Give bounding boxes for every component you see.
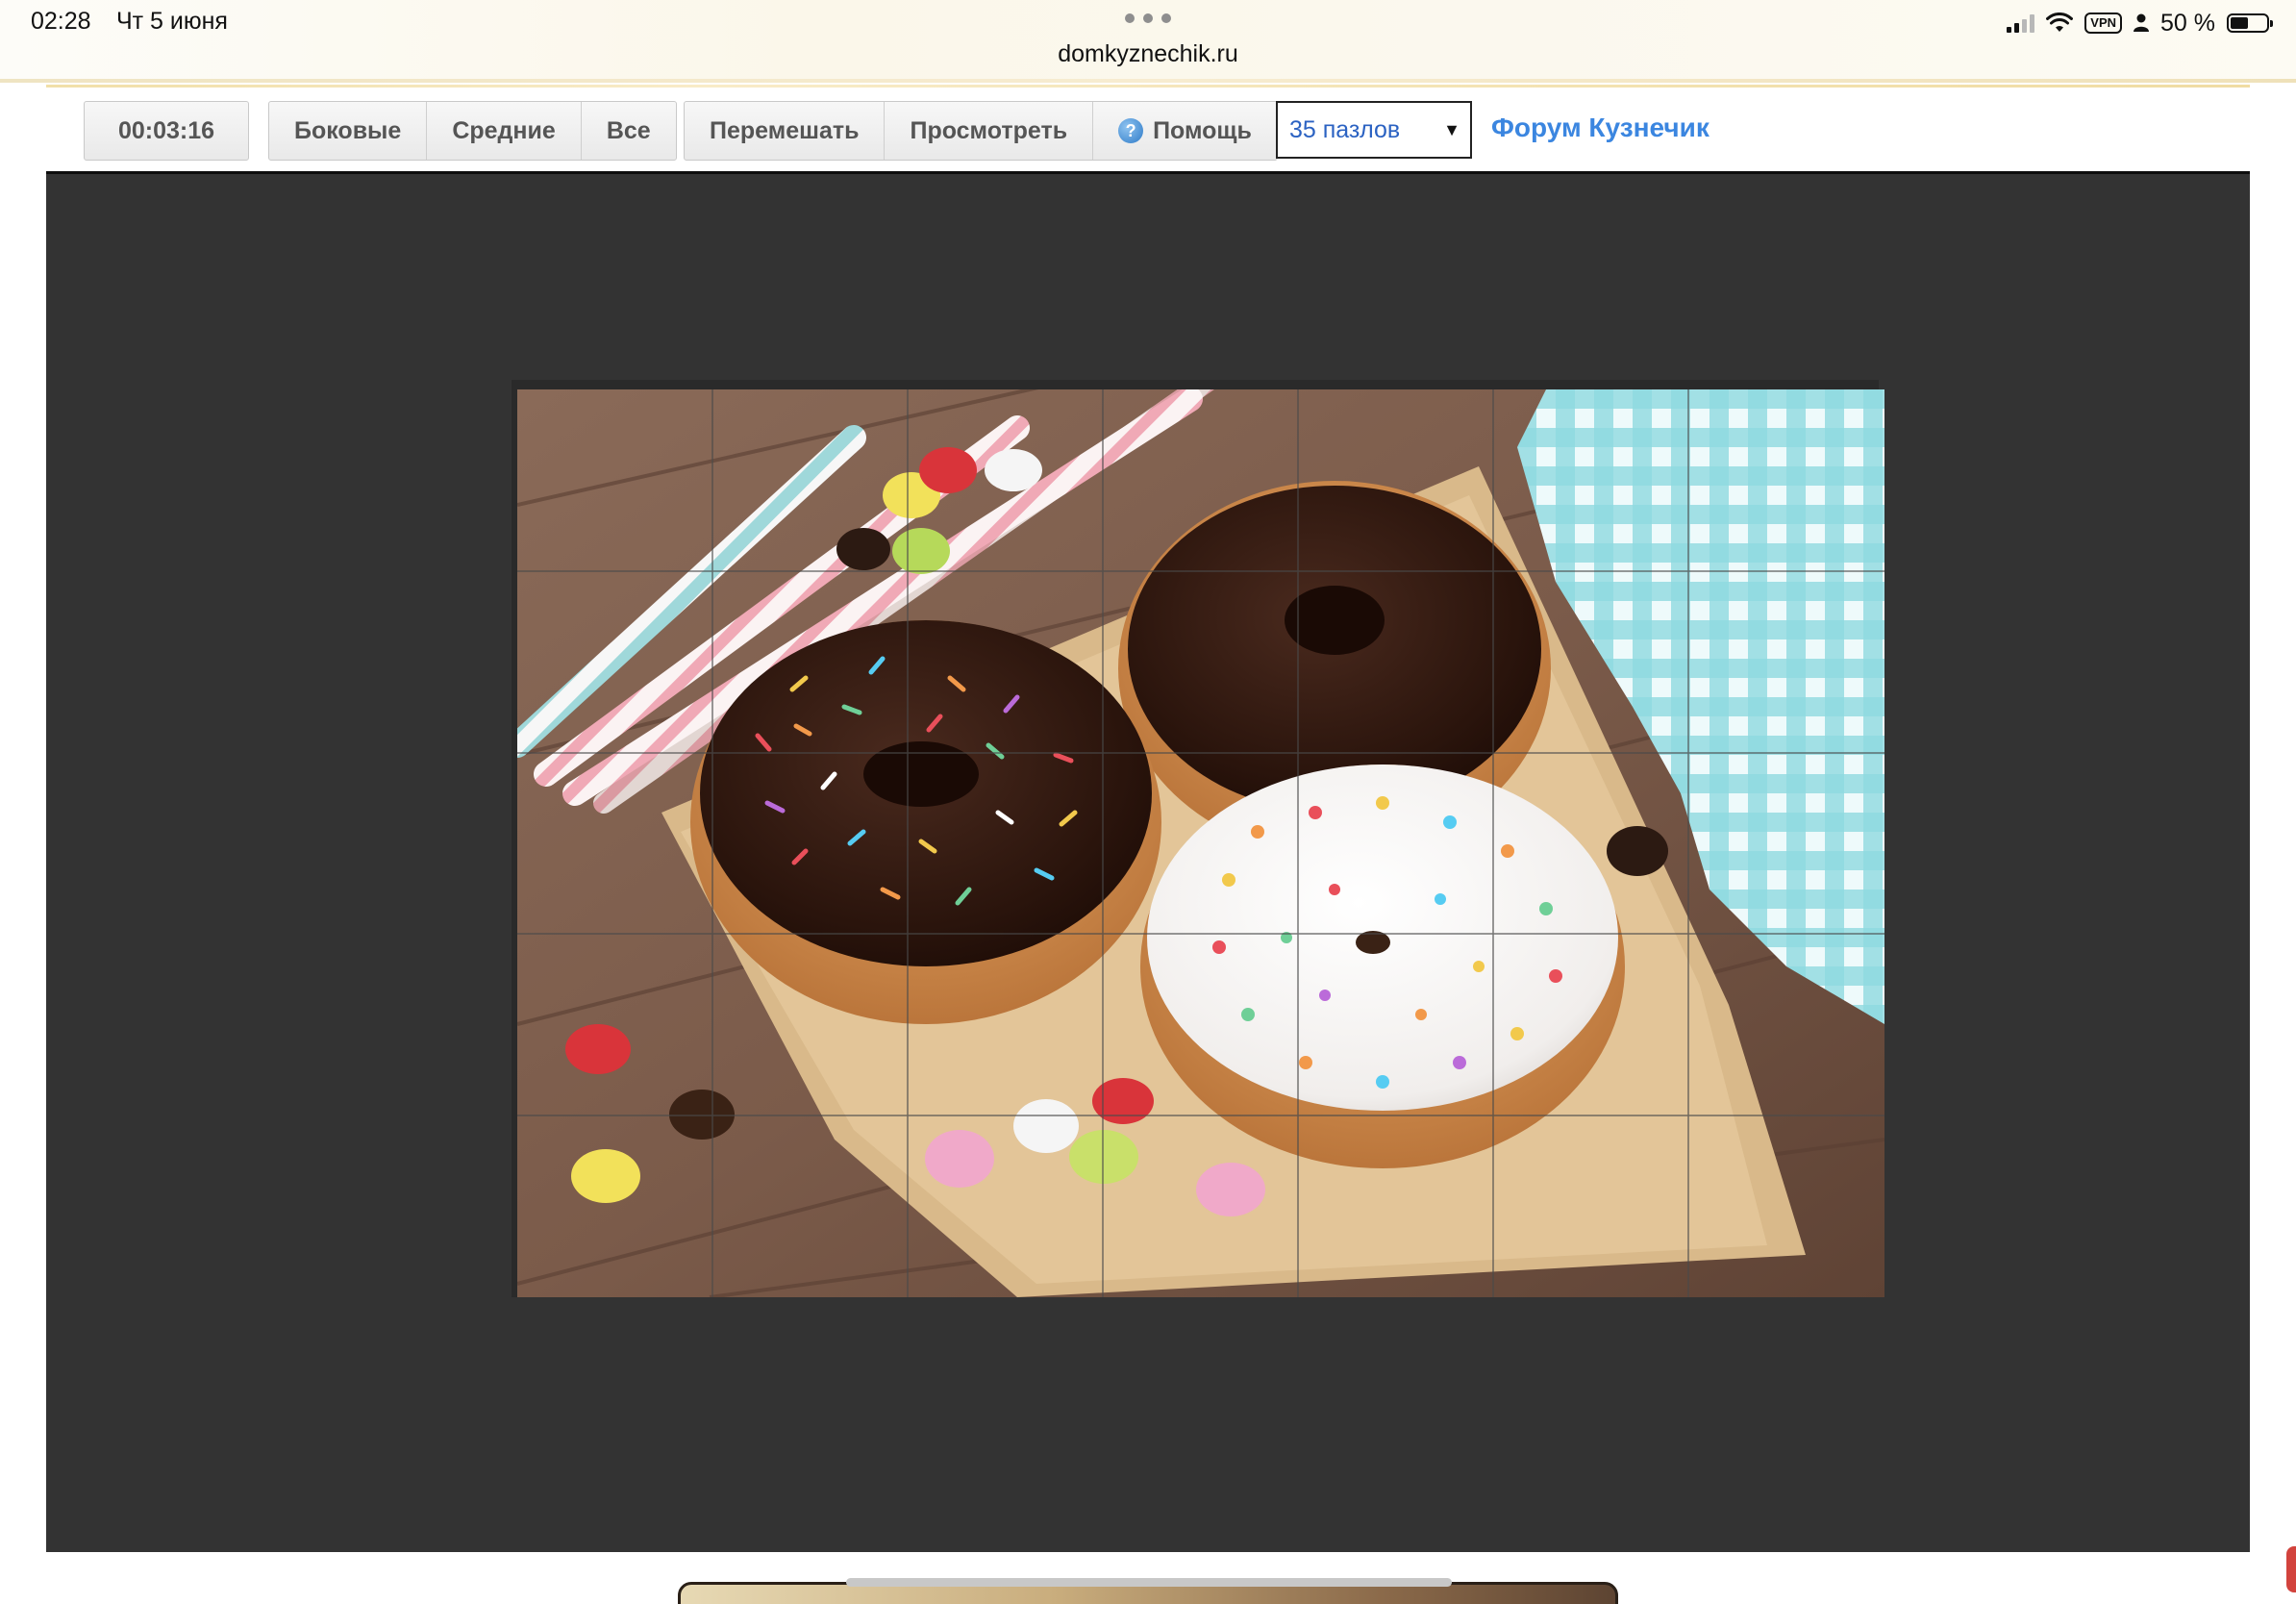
- puzzle-image[interactable]: [517, 389, 1884, 1297]
- action-button-group: Перемешать Просмотреть ? Помощь: [684, 101, 1278, 161]
- filter-all-button[interactable]: Все: [582, 102, 676, 160]
- date: Чт 5 июня: [116, 8, 228, 35]
- clock: 02:28: [31, 8, 91, 35]
- dropdown-arrow-icon: ▼: [1443, 120, 1460, 139]
- person-icon: [2134, 13, 2150, 32]
- help-icon: ?: [1118, 118, 1144, 143]
- pieces-count-select[interactable]: 35 пазлов ▼: [1276, 101, 1472, 159]
- edge-tab[interactable]: [2286, 1546, 2296, 1592]
- help-button[interactable]: ? Помощь: [1093, 102, 1277, 160]
- header-decoration-line: [46, 85, 2250, 88]
- pieces-count-value: 35 пазлов: [1289, 115, 1401, 143]
- screen: 02:28 Чт 5 июня domkyznechik.ru VPN 50 %: [0, 0, 2296, 1604]
- filter-middle-button[interactable]: Средние: [427, 102, 582, 160]
- timer: 00:03:16: [117, 116, 215, 144]
- timer-box: 00:03:16: [84, 101, 249, 161]
- puzzle-board[interactable]: [512, 380, 1884, 1297]
- filter-edges-button[interactable]: Боковые: [269, 102, 428, 160]
- status-bar: 02:28 Чт 5 июня domkyznechik.ru VPN 50 %: [0, 0, 2296, 83]
- address-bar-url[interactable]: domkyznechik.ru: [0, 40, 2296, 68]
- status-icons: VPN 50 %: [2007, 8, 2273, 38]
- filter-button-group: Боковые Средние Все: [268, 101, 677, 161]
- vpn-badge: VPN: [2084, 13, 2123, 34]
- preview-button[interactable]: Просмотреть: [885, 102, 1094, 160]
- wifi-icon: [2046, 13, 2074, 32]
- scroll-indicator[interactable]: [846, 1578, 1452, 1587]
- battery-percent: 50 %: [2160, 9, 2215, 37]
- help-label: Помощь: [1153, 116, 1252, 144]
- forum-link[interactable]: Форум Кузнечик: [1491, 113, 1710, 143]
- cellular-signal-icon: [2007, 13, 2035, 33]
- more-dots-icon[interactable]: [1125, 13, 1171, 25]
- shuffle-button[interactable]: Перемешать: [685, 102, 886, 160]
- puzzle-stage[interactable]: [46, 171, 2250, 1552]
- battery-icon: [2227, 13, 2273, 33]
